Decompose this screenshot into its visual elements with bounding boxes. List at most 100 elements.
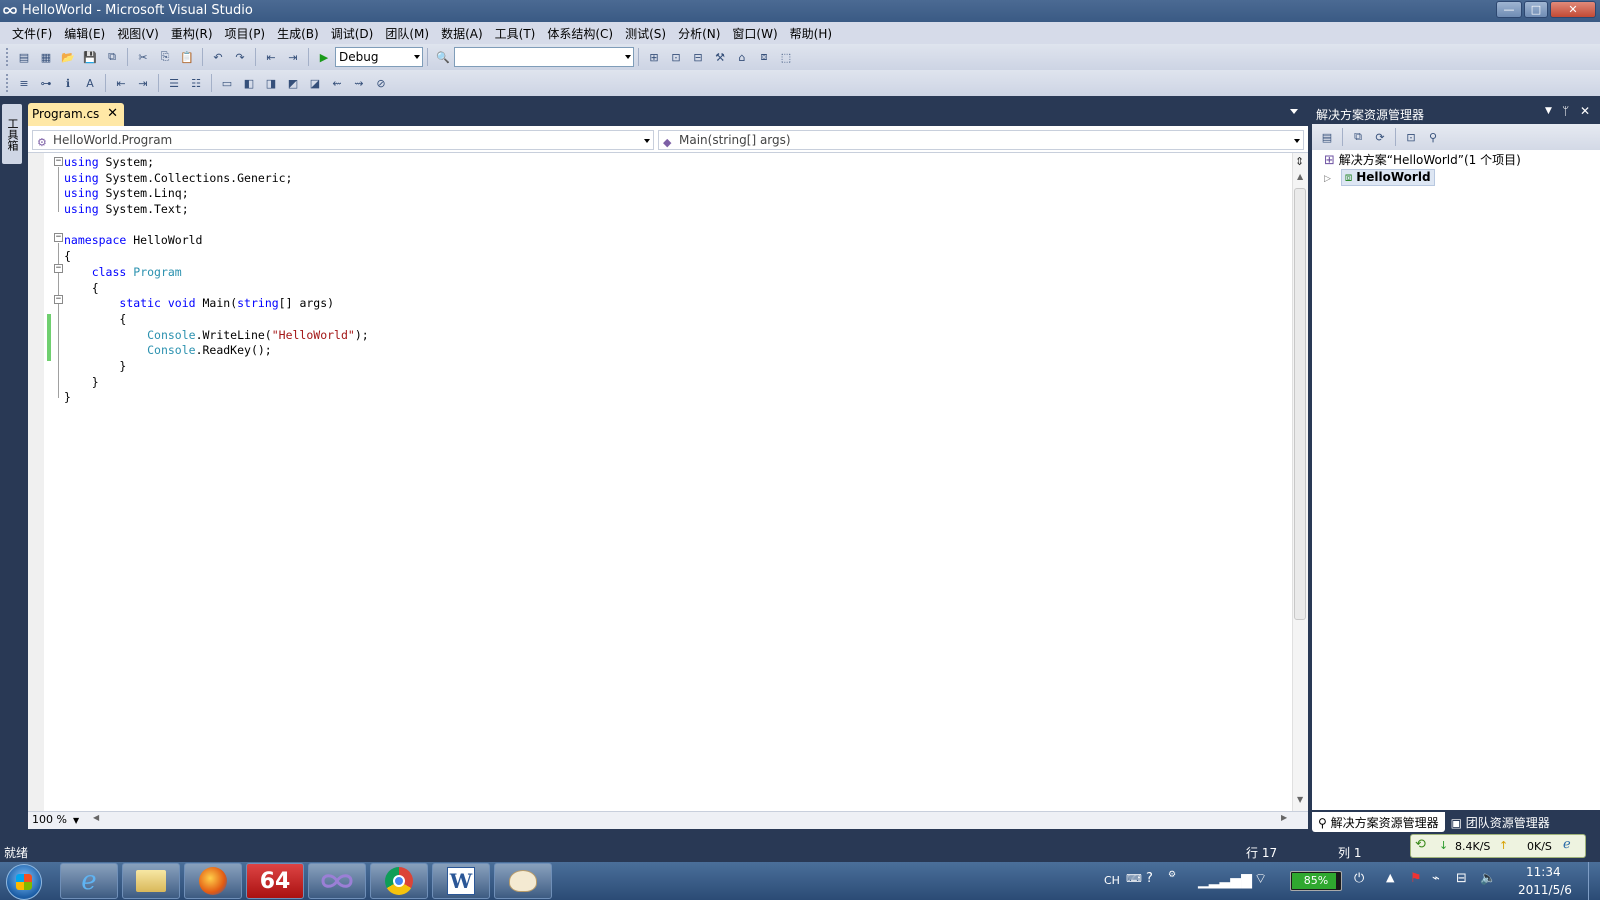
menu-item[interactable]: 团队(M)	[379, 25, 435, 42]
code-line[interactable]: Console.WriteLine("HelloWorld");	[64, 328, 369, 344]
extension-manager-icon[interactable]: ⧈	[755, 48, 773, 66]
menu-item[interactable]: 帮助(H)	[784, 25, 838, 42]
code-line[interactable]: namespace HelloWorld	[64, 233, 369, 249]
solution-configuration-select[interactable]: Debug	[335, 47, 423, 67]
wireless-icon[interactable]: ⌔	[1254, 870, 1267, 888]
properties-icon[interactable]: ▤	[1318, 128, 1336, 146]
code-line[interactable]: using System.Collections.Generic;	[64, 171, 369, 187]
collapse-toggle-icon[interactable]: −	[54, 264, 63, 273]
start-debugging-icon[interactable]: ▶	[315, 48, 333, 66]
source-code[interactable]: using System; using System.Collections.Ge…	[64, 155, 369, 406]
close-icon[interactable]: ✕	[1580, 104, 1590, 118]
previous-bookmark-folder-icon[interactable]: ◩	[284, 74, 302, 92]
collapse-toggle-icon[interactable]: −	[54, 157, 63, 166]
clock-date[interactable]: 2011/5/6	[1518, 883, 1572, 897]
view-code-icon[interactable]: ⊡	[1402, 128, 1420, 146]
zoom-combo[interactable]: 100 % ▼	[32, 813, 88, 827]
menu-item[interactable]: 测试(S)	[619, 25, 672, 42]
code-line[interactable]: Console.ReadKey();	[64, 343, 369, 359]
navigate-backward-icon[interactable]: ⇤	[262, 48, 280, 66]
close-button[interactable]: ✕	[1550, 1, 1596, 18]
redo-icon[interactable]: ↷	[231, 48, 249, 66]
comment-out-icon[interactable]: ☰	[165, 74, 183, 92]
menu-item[interactable]: 数据(A)	[435, 25, 489, 42]
action-center-flag-icon[interactable]: ⚑	[1410, 871, 1422, 886]
scroll-left-icon[interactable]: ◀	[93, 813, 99, 822]
code-line[interactable]: {	[64, 281, 369, 297]
ime-options-icon[interactable]: ⚙	[1168, 870, 1176, 880]
code-line[interactable]: class Program	[64, 265, 369, 281]
active-files-dropdown-icon[interactable]	[1290, 109, 1298, 114]
show-all-files-icon[interactable]: ⧉	[1349, 128, 1367, 146]
cut-icon[interactable]: ✂	[134, 48, 152, 66]
menu-item[interactable]: 项目(P)	[219, 25, 272, 42]
type-dropdown[interactable]: ⚙ HelloWorld.Program	[32, 130, 654, 150]
menu-item[interactable]: 分析(N)	[672, 25, 726, 42]
new-project-icon[interactable]: ▤	[15, 48, 33, 66]
taskbar-word[interactable]: W	[432, 863, 490, 899]
object-browser-icon[interactable]: ⊟	[689, 48, 707, 66]
code-line[interactable]: {	[64, 312, 369, 328]
collapse-toggle-icon[interactable]: −	[54, 295, 63, 304]
taskbar-firefox[interactable]	[184, 863, 242, 899]
copy-icon[interactable]: ⎘	[156, 48, 174, 66]
tab-program-cs[interactable]: Program.cs ✕	[28, 103, 124, 126]
toolbar-grip[interactable]	[6, 48, 9, 66]
code-line[interactable]: }	[64, 375, 369, 391]
menu-item[interactable]: 编辑(E)	[58, 25, 111, 42]
tab-solution-explorer[interactable]: ⚲ 解决方案资源管理器	[1312, 812, 1445, 832]
keyboard-icon[interactable]: ⌨	[1126, 872, 1142, 885]
find-combo[interactable]	[454, 47, 634, 67]
next-bookmark-document-icon[interactable]: ⇝	[350, 74, 368, 92]
save-all-icon[interactable]: ⧉	[103, 48, 121, 66]
start-page-icon[interactable]: ⌂	[733, 48, 751, 66]
toolbox-tab[interactable]: 工具箱	[2, 104, 22, 164]
menu-item[interactable]: 文件(F)	[6, 25, 58, 42]
menu-item[interactable]: 体系结构(C)	[541, 25, 619, 42]
parameter-info-icon[interactable]: ⊶	[37, 74, 55, 92]
word-completion-icon[interactable]: A	[81, 74, 99, 92]
code-line[interactable]: using System.Linq;	[64, 186, 369, 202]
menu-item[interactable]: 工具(T)	[489, 25, 542, 42]
volume-icon[interactable]: 🔈	[1480, 871, 1496, 886]
refresh-icon[interactable]: ⟳	[1371, 128, 1389, 146]
close-icon[interactable]: ✕	[107, 106, 118, 121]
next-bookmark-folder-icon[interactable]: ◪	[306, 74, 324, 92]
tree-item-project[interactable]: ▷ ⧈ HelloWorld	[1324, 169, 1435, 186]
toggle-bookmark-icon[interactable]: ▭	[218, 74, 236, 92]
menu-item[interactable]: 调试(D)	[325, 25, 380, 42]
show-hidden-icons-icon[interactable]: ▲	[1386, 871, 1394, 884]
taskbar-chrome[interactable]	[370, 863, 428, 899]
open-file-icon[interactable]: 📂	[59, 48, 77, 66]
toolbox-icon[interactable]: ⚒	[711, 48, 729, 66]
increase-indent-icon[interactable]: ⇥	[134, 74, 152, 92]
input-language[interactable]: CH	[1104, 874, 1120, 887]
decrease-indent-icon[interactable]: ⇤	[112, 74, 130, 92]
scroll-up-icon[interactable]: ▲	[1297, 172, 1303, 181]
menu-item[interactable]: 窗口(W)	[726, 25, 783, 42]
menu-item[interactable]: 重构(R)	[165, 25, 219, 42]
previous-bookmark-icon[interactable]: ◧	[240, 74, 258, 92]
battery-meter[interactable]: 85%	[1290, 871, 1342, 891]
solution-explorer-icon[interactable]: ⊞	[645, 48, 663, 66]
network-monitor[interactable]: ⟲ ↓ 8.4K/S ↑ 0K/S ℯ	[1410, 834, 1586, 858]
navigate-forward-icon[interactable]: ⇥	[284, 48, 302, 66]
pin-icon[interactable]: ᛘ	[1562, 104, 1569, 118]
scroll-right-icon[interactable]: ▶	[1281, 813, 1287, 822]
menu-item[interactable]: 视图(V)	[111, 25, 165, 42]
undo-icon[interactable]: ↶	[209, 48, 227, 66]
scrollbar-thumb[interactable]	[1294, 188, 1306, 620]
show-desktop-button[interactable]	[1588, 862, 1600, 900]
tree-item-solution[interactable]: ⊞ 解决方案“HelloWorld”(1 个项目)	[1324, 151, 1521, 168]
properties-icon[interactable]: ⊡	[667, 48, 685, 66]
help-icon[interactable]: ?	[1146, 871, 1153, 886]
menu-item[interactable]: 生成(B)	[271, 25, 325, 42]
scroll-down-icon[interactable]: ▼	[1297, 795, 1303, 804]
command-window-icon[interactable]: ⬚	[777, 48, 795, 66]
add-item-icon[interactable]: ▦	[37, 48, 55, 66]
clear-bookmarks-icon[interactable]: ⊘	[372, 74, 390, 92]
start-button[interactable]	[6, 864, 42, 900]
code-line[interactable]	[64, 218, 369, 234]
toolbar-grip[interactable]	[6, 74, 9, 92]
taskbar-internet-explorer[interactable]: e	[60, 863, 118, 899]
